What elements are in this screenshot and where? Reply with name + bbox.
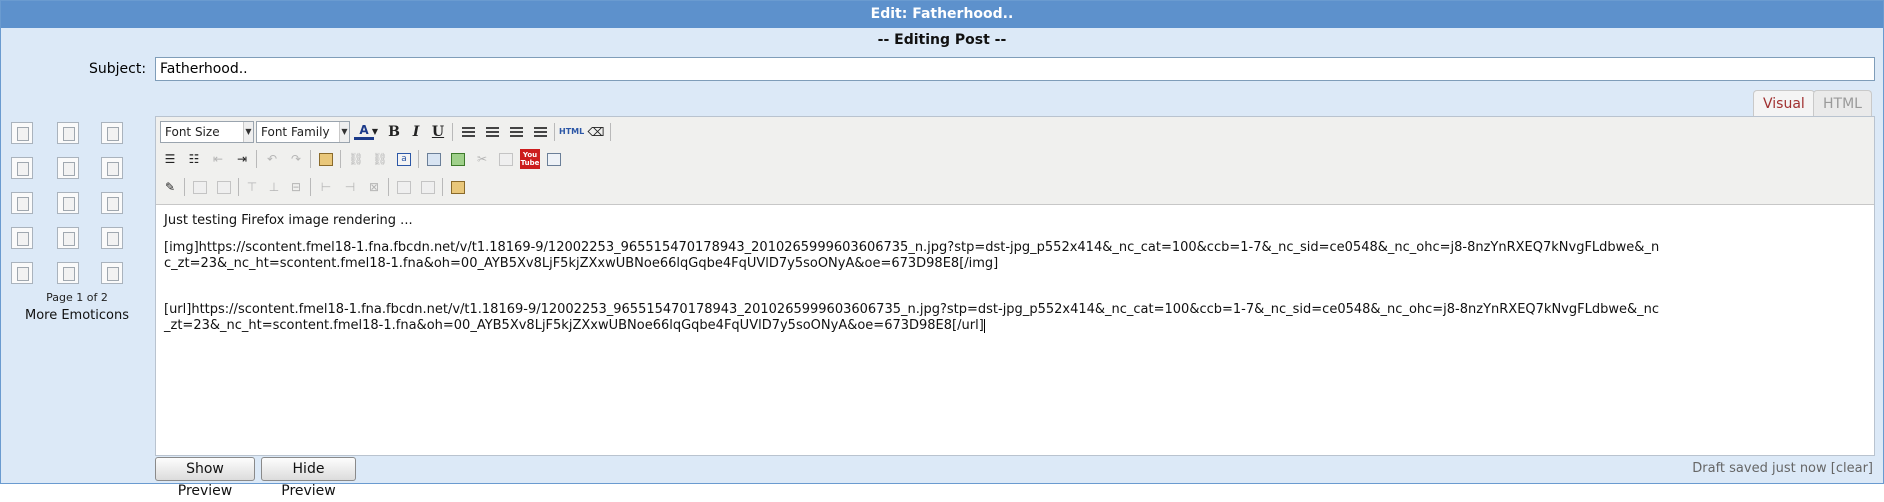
insert-row-before-icon[interactable]: ⊤: [242, 177, 262, 197]
align-left-icon[interactable]: [458, 122, 478, 142]
emoticon-icon[interactable]: [57, 227, 79, 249]
bold-button[interactable]: B: [384, 122, 404, 142]
chevron-down-icon[interactable]: ▼: [370, 122, 380, 142]
emoticon-icon[interactable]: [11, 122, 33, 144]
undo-icon[interactable]: ↶: [262, 149, 282, 169]
editing-post-heading: -- Editing Post --: [877, 32, 1007, 48]
emoticon-icon[interactable]: [57, 192, 79, 214]
subject-input[interactable]: [155, 57, 1875, 81]
italic-button[interactable]: I: [406, 122, 426, 142]
emoticon-icon[interactable]: [101, 262, 123, 284]
toolbar-divider: [310, 178, 311, 196]
toolbar-divider: [554, 123, 555, 141]
code-icon[interactable]: [496, 149, 516, 169]
emoticon-icon[interactable]: [57, 122, 79, 144]
toolbar-divider: [340, 150, 341, 168]
delete-row-icon[interactable]: ⊟: [286, 177, 306, 197]
underline-letter: U: [431, 124, 445, 140]
youtube-label-bottom: Tube: [520, 159, 540, 167]
tab-visual[interactable]: Visual: [1753, 90, 1815, 116]
delete-col-icon[interactable]: ⊠: [364, 177, 384, 197]
split-cells-icon[interactable]: [394, 177, 414, 197]
toolbar-divider: [184, 178, 185, 196]
chevron-down-icon: ▼: [339, 122, 349, 142]
show-preview-button[interactable]: Show Preview: [155, 457, 255, 499]
edit-icon[interactable]: ✎: [160, 177, 180, 197]
toolbar-divider: [388, 178, 389, 196]
toolbar-divider: [418, 150, 419, 168]
html-source-button[interactable]: HTML: [559, 122, 585, 142]
editor-toolbar: Font Size ▼ Font Family ▼ A ▼ B I U HTML…: [156, 117, 1874, 205]
editor-img-bbcode: [img]https://scontent.fmel18-1.fna.fbcdn…: [164, 240, 1660, 271]
emoticon-icon[interactable]: [101, 227, 123, 249]
merge-cells-icon[interactable]: [418, 177, 438, 197]
emoticon-icon[interactable]: [11, 262, 33, 284]
cleanup-icon[interactable]: ✂: [472, 149, 492, 169]
insert-col-after-icon[interactable]: ⊣: [340, 177, 360, 197]
paste-word-icon[interactable]: [448, 177, 468, 197]
rich-text-editor: Font Size ▼ Font Family ▼ A ▼ B I U HTML…: [155, 116, 1875, 456]
tab-html[interactable]: HTML: [1813, 90, 1872, 116]
unlink-icon[interactable]: ⛓: [370, 149, 390, 169]
chevron-down-icon: ▼: [243, 122, 253, 142]
insert-row-after-icon[interactable]: ⊥: [264, 177, 284, 197]
redo-icon[interactable]: ↷: [286, 149, 306, 169]
toolbar-divider: [610, 123, 611, 141]
font-family-select-label: Font Family: [261, 125, 330, 139]
numbered-list-icon[interactable]: ☷: [184, 149, 204, 169]
anchor-icon[interactable]: a: [394, 149, 414, 169]
subject-label: Subject:: [89, 61, 147, 77]
align-center-icon[interactable]: [482, 122, 502, 142]
emoticon-icon[interactable]: [11, 192, 33, 214]
insert-image-icon[interactable]: [448, 149, 468, 169]
youtube-icon[interactable]: You Tube: [520, 149, 540, 169]
editor-url-bbcode: [url]https://scontent.fmel18-1.fna.fbcdn…: [164, 302, 1664, 334]
align-right-icon[interactable]: [506, 122, 526, 142]
eraser-icon[interactable]: ⌫: [586, 122, 606, 142]
editor-line: Just testing Firefox image rendering ...: [164, 213, 413, 228]
font-family-select[interactable]: Font Family ▼: [256, 121, 350, 143]
emoticon-icon[interactable]: [57, 157, 79, 179]
media-icon[interactable]: [544, 149, 564, 169]
text-color-letter: A: [359, 123, 369, 137]
text-caret: [983, 318, 985, 333]
bullet-list-icon[interactable]: ☰: [160, 149, 180, 169]
bold-letter: B: [388, 124, 400, 140]
editor-url-text: [url]https://scontent.fmel18-1.fna.fbcdn…: [164, 302, 1659, 333]
insert-col-before-icon[interactable]: ⊢: [316, 177, 336, 197]
emoticon-icon[interactable]: [11, 157, 33, 179]
edit-post-window: Edit: Fatherhood.. -- Editing Post -- Su…: [0, 0, 1884, 499]
toolbar-divider: [452, 123, 453, 141]
toolbar-divider: [442, 178, 443, 196]
toolbar-divider: [310, 150, 311, 168]
italic-letter: I: [412, 124, 420, 140]
hide-preview-button[interactable]: Hide Preview: [261, 457, 356, 499]
html-button-label: HTML: [559, 127, 585, 136]
font-size-select[interactable]: Font Size ▼: [160, 121, 254, 143]
emoticon-icon[interactable]: [101, 192, 123, 214]
toolbar-divider: [256, 150, 257, 168]
indent-icon[interactable]: ⇥: [232, 149, 252, 169]
image-icon[interactable]: [424, 149, 444, 169]
outdent-icon[interactable]: ⇤: [208, 149, 228, 169]
emoticon-icon[interactable]: [101, 122, 123, 144]
link-icon[interactable]: ⛓: [346, 149, 366, 169]
paste-icon[interactable]: [316, 149, 336, 169]
align-justify-icon[interactable]: [530, 122, 550, 142]
emoticon-icon[interactable]: [101, 157, 123, 179]
table-cell-props-icon[interactable]: [214, 177, 234, 197]
emoticon-icon[interactable]: [57, 262, 79, 284]
underline-button[interactable]: U: [428, 122, 448, 142]
youtube-label-top: You: [522, 151, 538, 159]
emoticon-icon[interactable]: [11, 227, 33, 249]
draft-status: Draft saved just now [clear]: [1692, 461, 1873, 476]
font-size-select-label: Font Size: [165, 125, 220, 139]
toolbar-divider: [238, 178, 239, 196]
emoticon-page-info: Page 1 of 2: [46, 291, 108, 304]
window-title: Edit: Fatherhood..: [1, 1, 1883, 28]
table-row-props-icon[interactable]: [190, 177, 210, 197]
more-emoticons-link[interactable]: More Emoticons: [1, 308, 153, 323]
